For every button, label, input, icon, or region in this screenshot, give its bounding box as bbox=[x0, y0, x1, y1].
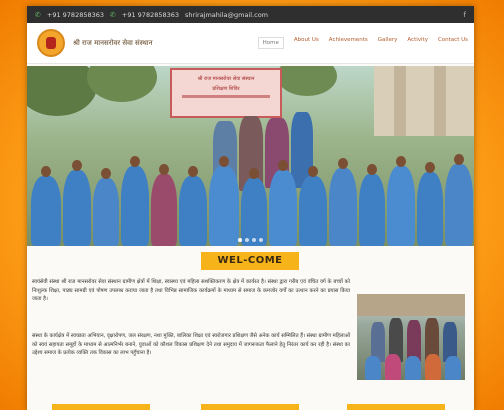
student-figure bbox=[241, 168, 267, 246]
group-photo[interactable] bbox=[357, 294, 465, 380]
website-page: ✆ +91 9782858363 ✆ +91 9782858363 shrira… bbox=[27, 6, 474, 410]
welcome-heading: WEL-COME bbox=[201, 252, 299, 270]
phone-icon: ✆ bbox=[110, 10, 116, 19]
slider-dot[interactable] bbox=[252, 238, 256, 242]
nav-menu: Home About Us Achievements Gallery Activ… bbox=[257, 37, 468, 49]
student-figure bbox=[387, 156, 415, 246]
nav-item-home[interactable]: Home bbox=[257, 37, 284, 49]
top-contact-bar: ✆ +91 9782858363 ✆ +91 9782858363 shrira… bbox=[27, 6, 474, 23]
nav-item-gallery[interactable]: Gallery bbox=[378, 37, 398, 49]
background-tree bbox=[87, 66, 157, 102]
slider-dot[interactable] bbox=[259, 238, 263, 242]
email-link[interactable]: shrirajmahila@gmail.com bbox=[185, 11, 268, 19]
hero-slider[interactable]: श्री राज मानसरोवर सेवा संस्थान प्रशिक्षण… bbox=[27, 66, 474, 246]
student-figure bbox=[179, 166, 207, 246]
student-figure bbox=[445, 356, 461, 380]
footer-tab[interactable] bbox=[201, 404, 299, 410]
footer-tab[interactable] bbox=[347, 404, 445, 410]
student-figure bbox=[445, 154, 473, 246]
student-figure bbox=[93, 168, 119, 246]
nav-item-achievements[interactable]: Achievements bbox=[329, 37, 368, 49]
student-figure bbox=[151, 164, 177, 246]
student-figure bbox=[121, 156, 149, 246]
social-icon[interactable]: f bbox=[464, 11, 466, 19]
student-figure bbox=[405, 356, 421, 380]
main-navbar: श्री राज मानसरोवर सेवा संस्थान Home Abou… bbox=[27, 23, 474, 64]
phone-icon: ✆ bbox=[35, 10, 41, 19]
site-logo[interactable] bbox=[37, 29, 65, 57]
nav-item-about-us[interactable]: About Us bbox=[294, 37, 319, 49]
banner-title: श्री राज मानसरोवर सेवा संस्थान bbox=[197, 76, 255, 82]
student-figure bbox=[209, 156, 239, 246]
site-name[interactable]: श्री राज मानसरोवर सेवा संस्थान bbox=[73, 39, 153, 48]
student-figure bbox=[31, 166, 61, 246]
student-figure bbox=[365, 356, 381, 380]
student-figure bbox=[299, 166, 327, 246]
intro-paragraph: स्वयंसेवी संस्था श्री राज मानसरोवर सेवा … bbox=[32, 279, 350, 303]
student-figure bbox=[269, 160, 297, 246]
background-tree bbox=[277, 66, 337, 96]
footer-tab[interactable] bbox=[52, 404, 150, 410]
details-paragraph: संस्था के कार्यक्षेत्र में स्वच्छता अभिय… bbox=[32, 333, 350, 357]
student-figure bbox=[385, 354, 401, 380]
student-figure bbox=[329, 158, 357, 246]
background-building bbox=[374, 66, 474, 136]
slider-dots bbox=[27, 238, 474, 242]
banner-subtitle: प्रशिक्षण शिविर bbox=[212, 86, 240, 92]
phone-number-2[interactable]: +91 9782858363 bbox=[122, 11, 179, 19]
student-figure bbox=[359, 164, 385, 246]
nav-item-activity[interactable]: Activity bbox=[407, 37, 428, 49]
slider-dot[interactable] bbox=[245, 238, 249, 242]
slider-dot[interactable] bbox=[238, 238, 242, 242]
student-figure bbox=[417, 162, 443, 246]
student-figure bbox=[63, 160, 91, 246]
phone-number-1[interactable]: +91 9782858363 bbox=[47, 11, 104, 19]
event-banner: श्री राज मानसरोवर सेवा संस्थान प्रशिक्षण… bbox=[170, 68, 282, 118]
student-figure bbox=[425, 354, 441, 380]
nav-item-contact-us[interactable]: Contact Us bbox=[438, 37, 468, 49]
